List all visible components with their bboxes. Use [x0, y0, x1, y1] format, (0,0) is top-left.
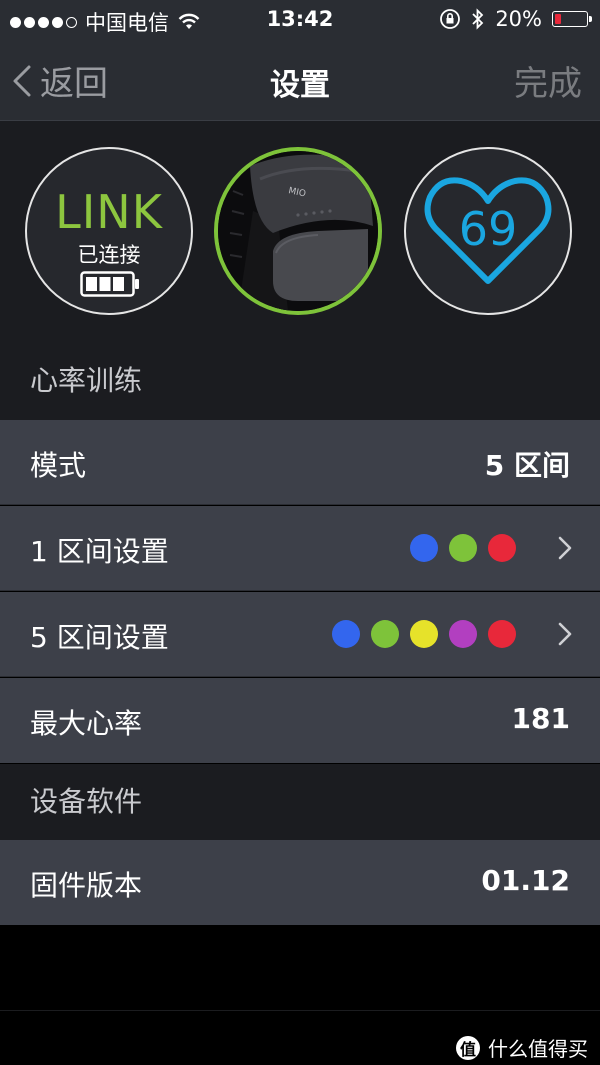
- bluetooth-icon: [472, 8, 484, 30]
- battery-percent: 20%: [495, 7, 542, 31]
- watermark-logo-icon: 值: [456, 1035, 480, 1060]
- max-hr-value: 181: [511, 702, 570, 735]
- chevron-right-icon: [558, 622, 572, 646]
- device-name: LINK: [55, 185, 163, 239]
- battery-icon: [552, 11, 592, 27]
- zone1-color-dots: [410, 534, 516, 562]
- zone1-label: 1 区间设置: [30, 535, 169, 568]
- link-status-circle[interactable]: LINK 已连接: [25, 147, 193, 315]
- mode-value: 5 区间: [484, 449, 570, 482]
- max-hr-label: 最大心率: [30, 707, 143, 740]
- watermark-text: 什么值得买: [488, 1037, 588, 1061]
- zone-color-dot: [371, 620, 399, 648]
- divider: [0, 1010, 600, 1011]
- watermark: 值 什么值得买: [456, 1033, 588, 1062]
- mode-row[interactable]: 模式 5 区间: [0, 420, 600, 505]
- zone-color-dot: [488, 620, 516, 648]
- zone-color-dot: [488, 534, 516, 562]
- zone-color-dot: [449, 620, 477, 648]
- zone-color-dot: [449, 534, 477, 562]
- status-right: 20%: [439, 7, 592, 31]
- heart-icon: 69: [424, 177, 552, 284]
- firmware-version-row[interactable]: 固件版本 01.12: [0, 840, 600, 925]
- firmware-value: 01.12: [481, 864, 570, 897]
- rotation-lock-icon: [440, 9, 461, 29]
- heart-rate-circle[interactable]: 69: [404, 147, 572, 315]
- firmware-label: 固件版本: [30, 869, 143, 902]
- zone-color-dot: [410, 534, 438, 562]
- wristband-icon: MIO: [218, 151, 378, 311]
- zone5-color-dots: [332, 620, 516, 648]
- connection-status: 已连接: [77, 243, 141, 267]
- device-battery-icon: [80, 271, 139, 297]
- page-title: 设置: [270, 68, 330, 103]
- zone1-settings-row[interactable]: 1 区间设置: [0, 506, 600, 591]
- status-bar: 中国电信 13:42 20%: [0, 0, 600, 40]
- zone-color-dot: [332, 620, 360, 648]
- chevron-right-icon: [558, 536, 572, 560]
- section-device-software: 设备软件: [0, 764, 600, 840]
- zone5-label: 5 区间设置: [30, 621, 169, 654]
- navigation-bar: 返回 设置 完成: [0, 40, 600, 121]
- mode-label: 模式: [30, 449, 87, 482]
- heart-rate-value: 69: [459, 202, 518, 256]
- done-button[interactable]: 完成: [514, 56, 582, 105]
- zone5-settings-row[interactable]: 5 区间设置: [0, 592, 600, 677]
- wristband-image[interactable]: MIO: [214, 147, 382, 315]
- zone-color-dot: [410, 620, 438, 648]
- max-heart-rate-row[interactable]: 最大心率 181: [0, 678, 600, 763]
- device-overview: LINK 已连接 MIO 69: [0, 121, 600, 341]
- section-heart-training: 心率训练: [0, 341, 600, 420]
